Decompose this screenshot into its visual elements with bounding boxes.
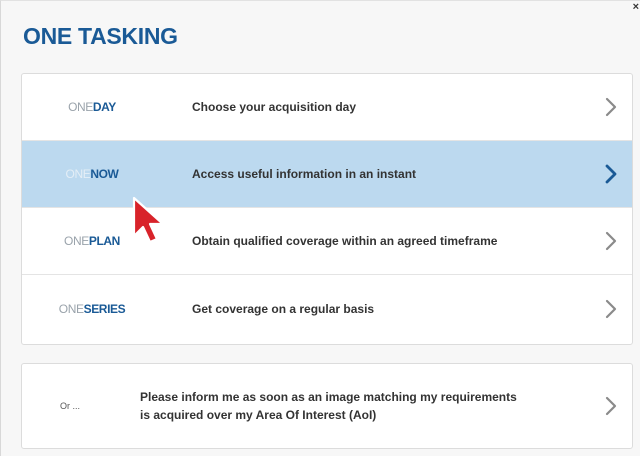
brand-logo-oneseries: ONE SERIES: [22, 275, 162, 342]
aoi-or-label: Or ...: [60, 401, 80, 411]
brand-logo-oneplan: ONE PLAN: [22, 208, 162, 274]
brand-word: NOW: [90, 167, 119, 181]
chevron-right-icon[interactable]: [604, 230, 618, 252]
brand-prefix: ONE: [58, 301, 84, 316]
chevron-right-icon[interactable]: [604, 96, 618, 118]
one-tasking-modal: × ONE TASKING ONE DAY Choose your acquisi…: [0, 0, 640, 456]
chevron-right-icon[interactable]: [604, 163, 618, 185]
tasking-options-list: ONE DAY Choose your acquisition day ONE NO…: [21, 73, 633, 345]
aoi-description: Please inform me as soon as an image mat…: [140, 390, 517, 422]
option-row-oneseries[interactable]: ONE SERIES Get coverage on a regular basi…: [22, 275, 632, 342]
brand-logo-oneday: ONE DAY: [22, 74, 162, 140]
chevron-right-icon[interactable]: [604, 395, 618, 417]
page: × ONE TASKING ONE DAY Choose your acquisi…: [0, 0, 640, 456]
option-row-oneplan[interactable]: ONE PLAN Obtain qualified coverage within…: [22, 208, 632, 275]
option-description: Choose your acquisition day: [192, 100, 357, 114]
brand-prefix: ONE: [64, 234, 89, 248]
option-row-onenow[interactable]: ONE NOW Access useful information in an i…: [22, 141, 632, 208]
option-description: Get coverage on a regular basis: [192, 301, 375, 316]
aoi-notification-option[interactable]: Or ... Please inform me as soon as an im…: [21, 363, 633, 449]
brand-word: SERIES: [83, 301, 126, 316]
brand-word: PLAN: [88, 234, 120, 248]
option-description: Obtain qualified coverage within an agre…: [192, 234, 498, 248]
brand-logo-onenow: ONE NOW: [22, 141, 162, 207]
option-row-oneday[interactable]: ONE DAY Choose your acquisition day: [22, 74, 632, 141]
chevron-right-icon[interactable]: [604, 298, 618, 320]
brand-prefix: ONE: [68, 100, 93, 114]
brand-prefix: ONE: [65, 167, 91, 181]
brand-word: DAY: [92, 100, 116, 114]
close-icon[interactable]: ×: [633, 1, 639, 13]
modal-title: ONE TASKING: [23, 23, 178, 49]
option-description: Access useful information in an instant: [192, 167, 417, 181]
